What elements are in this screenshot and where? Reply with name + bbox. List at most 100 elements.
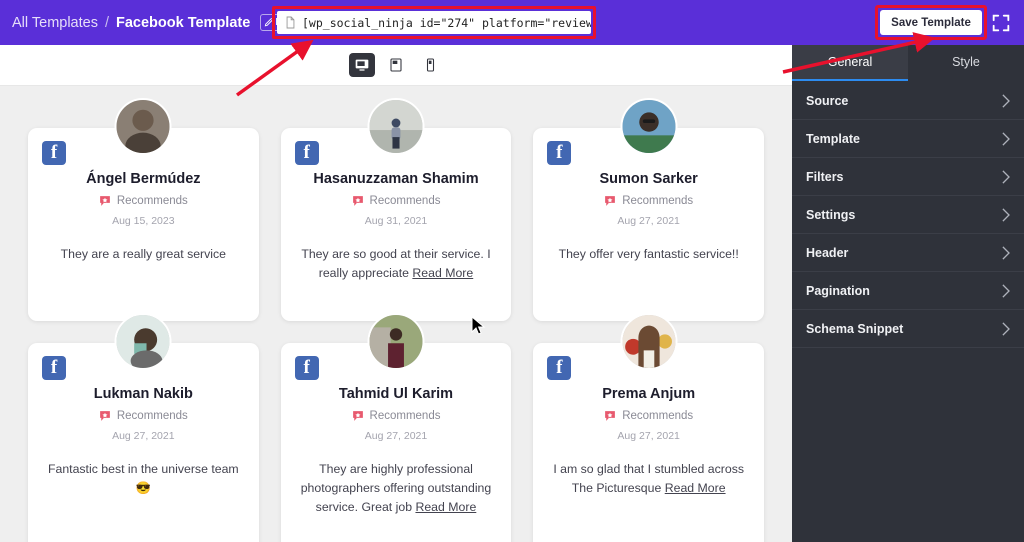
review-text: They are a really great service [42,245,245,264]
sidebar-item-label: Template [806,131,860,146]
recommend-row: Recommends [547,410,750,422]
facebook-icon[interactable]: f [294,141,319,165]
sidebar-item-schema-snippet[interactable]: Schema Snippet [792,310,1024,348]
tablet-icon [390,58,402,72]
recommend-bubble-icon [352,411,363,422]
tab-general[interactable]: General [792,45,908,81]
sidebar-item-source[interactable]: Source [792,82,1024,120]
desktop-view-button[interactable] [349,53,375,77]
recommend-bubble-icon [99,411,110,422]
avatar-image [369,315,423,369]
sidebar-item-template[interactable]: Template [792,120,1024,158]
review-date: Aug 27, 2021 [364,430,428,443]
mobile-view-button[interactable] [417,53,443,77]
avatar-image [622,315,676,369]
breadcrumb-separator: / [104,14,109,31]
facebook-icon[interactable]: f [547,141,572,165]
review-body: Fantastic best in the universe team 😎 [47,462,239,496]
review-card: f Sumon Sarker Recommends Aug 27, 2021 T… [533,98,764,322]
sidebar-item-label: Pagination [806,283,870,298]
save-template-button[interactable]: Save Template [880,10,982,35]
avatar-image [116,100,170,153]
review-date: Aug 27, 2021 [617,430,680,443]
review-card: f Ángel Bermúdez Recommends Aug 15, 2023… [28,98,259,322]
avatar-image [369,100,423,153]
avatar [620,98,678,155]
shortcode-input[interactable]: [wp_social_ninja id="274" platform="revi… [277,11,591,34]
avatar [367,313,425,371]
recommend-row: Recommends [295,195,498,207]
template-editor-screen: All Templates / Facebook Template Edit [… [0,0,1024,542]
recommend-label: Recommends [369,195,441,208]
chevron-right-icon [1002,283,1010,298]
fullscreen-toggle-button[interactable] [990,12,1012,34]
review-text: Fantastic best in the universe team 😎 [42,460,245,498]
shortcode-field-wrapper: [wp_social_ninja id="274" platform="revi… [272,6,596,39]
recommend-label: Recommends [622,410,694,423]
facebook-icon[interactable]: f [42,356,66,381]
sidebar-item-label: Source [806,93,849,108]
settings-panel: General Style Source Template Filters Se… [792,45,1024,542]
recommend-bubble-icon [352,196,363,206]
panel-tabs: General Style [792,45,1024,81]
recommend-label: Recommends [622,195,694,208]
sidebar-item-settings[interactable]: Settings [792,196,1024,234]
review-date: Aug 15, 2023 [112,215,175,228]
sidebar-item-pagination[interactable]: Pagination [792,272,1024,310]
review-card: f Tahmid Ul Karim Recommends Aug 27, 202… [280,313,512,542]
review-body: They offer very fantastic service!! [558,247,739,262]
facebook-icon[interactable]: f [42,141,66,165]
recommend-label: Recommends [116,195,188,208]
chevron-right-icon [1002,169,1010,184]
mobile-icon [426,58,434,72]
desktop-icon [355,59,369,71]
reviewer-name: Sumon Sarker [599,171,698,187]
review-date: Aug 31, 2021 [364,215,428,228]
recommend-bubble-icon [99,196,110,206]
read-more-link[interactable]: Read More [412,266,473,280]
reviewer-name: Ángel Bermúdez [86,171,201,187]
device-preview-toolbar [0,45,792,86]
facebook-icon[interactable]: f [294,356,319,381]
sidebar-item-label: Schema Snippet [806,321,904,336]
template-preview-canvas: f Ángel Bermúdez Recommends Aug 15, 2023… [0,86,792,542]
chevron-right-icon [1002,245,1010,260]
review-text: They offer very fantastic service!! [547,245,750,264]
facebook-icon[interactable]: f [547,356,572,381]
chevron-right-icon [1002,321,1010,336]
recommend-row: Recommends [42,410,245,422]
reviewer-name: Lukman Nakib [93,386,193,403]
chevron-right-icon [1002,207,1010,222]
breadcrumb: All Templates / Facebook Template Edit [12,13,299,32]
breadcrumb-all-templates[interactable]: All Templates [12,15,98,31]
panel-section-list: Source Template Filters Settings Header … [792,82,1024,348]
chevron-right-icon [1002,131,1010,146]
review-text: I am so glad that I stumbled across The … [547,460,750,498]
review-card: f Lukman Nakib Recommends Aug 27, 2021 F… [28,313,259,542]
review-date: Aug 27, 2021 [617,215,680,228]
read-more-link[interactable]: Read More [665,481,726,495]
sidebar-item-header[interactable]: Header [792,234,1024,272]
shortcode-value: [wp_social_ninja id="274" platform="revi… [302,15,591,30]
fullscreen-icon [992,14,1010,32]
avatar-image [622,100,676,153]
tab-style[interactable]: Style [908,45,1024,81]
review-card: f Hasanuzzaman Shamim Recommends Aug 31,… [280,98,512,322]
reviewer-name: Tahmid Ul Karim [338,386,454,403]
tablet-view-button[interactable] [383,53,409,77]
avatar [114,98,172,155]
read-more-link[interactable]: Read More [415,500,476,514]
recommend-label: Recommends [369,410,441,423]
avatar [367,98,425,155]
reviewer-name: Prema Anjum [602,386,696,403]
sidebar-item-filters[interactable]: Filters [792,158,1024,196]
breadcrumb-current-template: Facebook Template [116,14,251,31]
avatar [114,313,172,371]
sidebar-item-label: Header [806,245,849,260]
recommend-bubble-icon [605,196,616,206]
review-text: They are highly professional photographe… [295,460,498,517]
reviews-grid: f Ángel Bermúdez Recommends Aug 15, 2023… [0,86,792,542]
avatar [620,313,678,371]
recommend-bubble-icon [605,411,616,422]
chevron-right-icon [1002,93,1010,108]
